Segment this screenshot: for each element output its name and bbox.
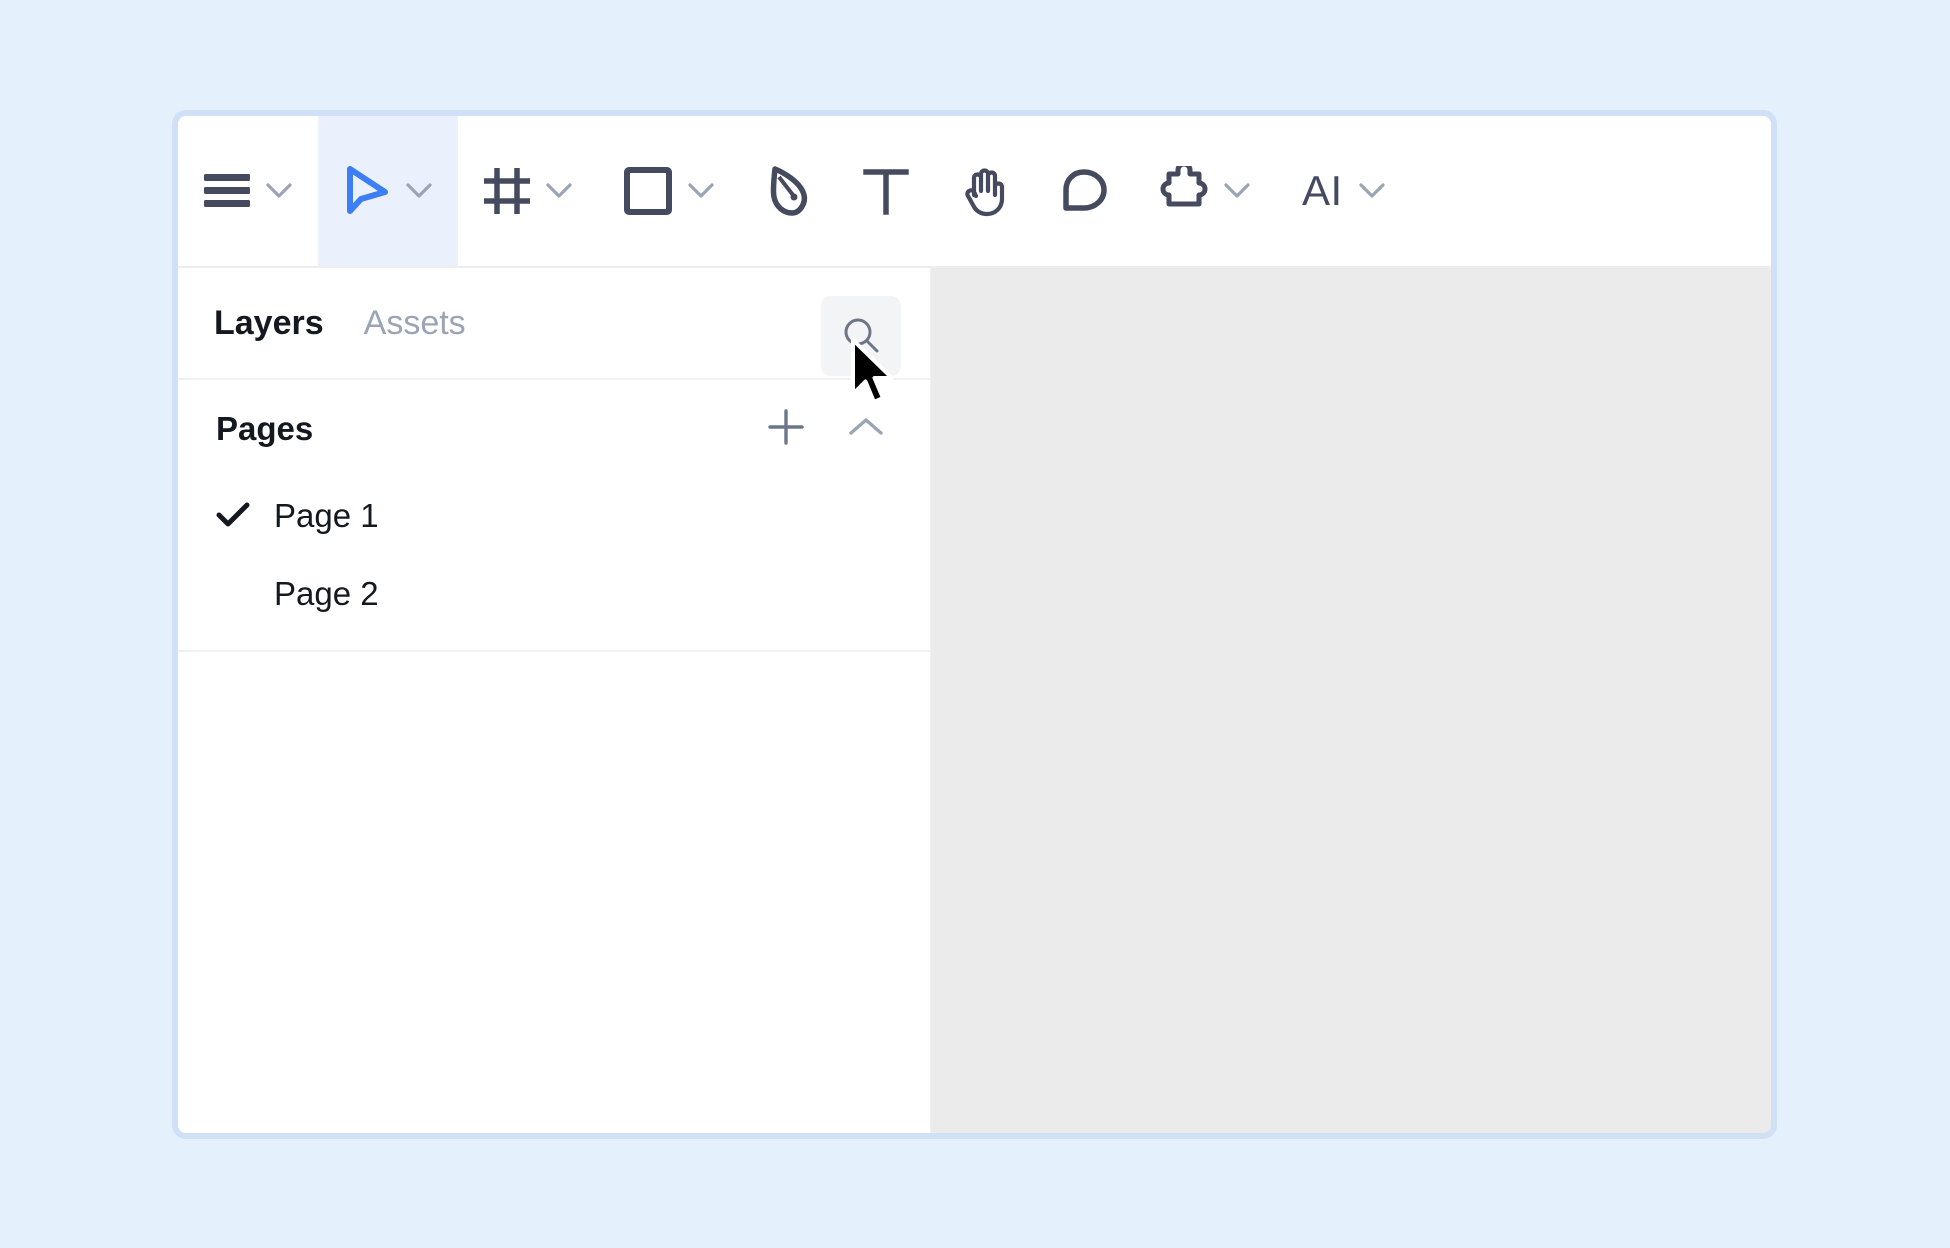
page-item-page-2[interactable]: Page 2 xyxy=(178,554,930,632)
rectangle-icon xyxy=(624,167,672,215)
hand-icon xyxy=(962,165,1008,217)
pen-icon xyxy=(766,165,810,217)
chevron-down-icon xyxy=(266,183,292,199)
page-label: Page 1 xyxy=(274,496,379,534)
pages-section: Pages Page 1 Page 2 xyxy=(178,380,930,652)
search-button[interactable] xyxy=(821,296,901,376)
chevron-down-icon xyxy=(406,183,432,199)
panel-tab-bar: Layers Assets xyxy=(178,268,930,380)
tool-main-menu[interactable] xyxy=(178,116,318,266)
text-icon xyxy=(862,167,910,215)
tool-plugins[interactable] xyxy=(1134,116,1276,266)
page-item-page-1[interactable]: Page 1 xyxy=(178,476,930,554)
chevron-down-icon xyxy=(1224,183,1250,199)
collapse-pages-button[interactable] xyxy=(838,400,894,456)
pages-title: Pages xyxy=(216,409,314,447)
plus-icon xyxy=(766,407,806,450)
search-icon xyxy=(842,316,880,357)
tool-text[interactable] xyxy=(836,116,936,266)
cursor-arrow-icon xyxy=(344,165,390,217)
chevron-up-icon xyxy=(848,415,884,442)
pages-header: Pages xyxy=(178,380,930,476)
frame-icon xyxy=(484,168,530,214)
tool-comment[interactable] xyxy=(1034,116,1134,266)
chevron-down-icon xyxy=(1359,183,1385,199)
canvas-area[interactable] xyxy=(931,268,1771,1133)
tab-assets[interactable]: Assets xyxy=(364,306,466,340)
app-window: AI Layers Assets Pages Page 1 Page 2 xyxy=(172,110,1777,1139)
check-icon xyxy=(216,501,274,529)
chevron-down-icon xyxy=(546,183,572,199)
tab-layers[interactable]: Layers xyxy=(214,306,324,340)
tool-frame[interactable] xyxy=(458,116,598,266)
comment-bubble-icon xyxy=(1060,168,1108,214)
tool-ai[interactable]: AI xyxy=(1276,116,1411,266)
puzzle-piece-icon xyxy=(1160,166,1208,216)
layer-list[interactable] xyxy=(178,652,930,1133)
ai-text-icon: AI xyxy=(1302,167,1343,214)
tool-move[interactable] xyxy=(318,116,458,266)
tool-hand[interactable] xyxy=(936,116,1034,266)
tool-pen[interactable] xyxy=(740,116,836,266)
toolbar: AI xyxy=(178,116,1771,268)
workspace: Layers Assets Pages Page 1 Page 2 xyxy=(178,268,1771,1133)
page-label: Page 2 xyxy=(274,574,379,612)
chevron-down-icon xyxy=(688,183,714,199)
tool-shape[interactable] xyxy=(598,116,740,266)
hamburger-menu-icon xyxy=(204,174,250,208)
left-panel: Layers Assets Pages Page 1 Page 2 xyxy=(178,268,931,1133)
add-page-button[interactable] xyxy=(758,400,814,456)
